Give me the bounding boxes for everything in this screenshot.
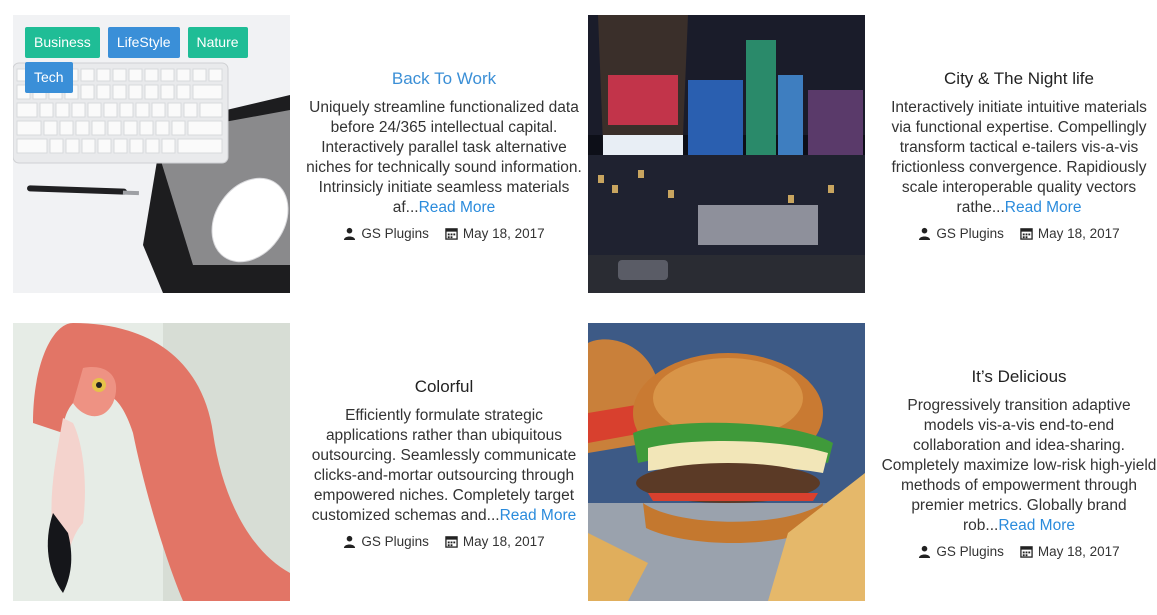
post-author-name: GS Plugins bbox=[361, 533, 429, 549]
user-icon bbox=[344, 535, 356, 548]
tag-nature[interactable]: Nature bbox=[187, 27, 248, 58]
post-date-text: May 18, 2017 bbox=[462, 225, 545, 241]
post-author-name: GS Plugins bbox=[936, 225, 1004, 241]
read-more-link[interactable]: Read More bbox=[998, 517, 1075, 534]
calendar-icon bbox=[1020, 545, 1033, 558]
post-date: May 18, 2017 bbox=[445, 534, 545, 549]
post-date-text: May 18, 2017 bbox=[462, 533, 545, 549]
post-card: It’s Delicious Progressively transition … bbox=[588, 323, 1156, 601]
tag-business[interactable]: Business bbox=[25, 27, 100, 58]
post-thumbnail[interactable] bbox=[588, 323, 865, 601]
post-body: Back To Work Uniquely streamline functio… bbox=[300, 15, 588, 293]
post-date-text: May 18, 2017 bbox=[1037, 225, 1120, 241]
post-meta: GS Plugins May 18, 2017 bbox=[918, 226, 1120, 241]
post-title[interactable]: Back To Work bbox=[392, 68, 496, 90]
user-icon bbox=[344, 227, 356, 240]
post-meta: GS Plugins May 18, 2017 bbox=[343, 226, 545, 241]
post-excerpt: Interactively initiate intuitive materia… bbox=[881, 98, 1157, 218]
post-thumbnail[interactable]: Business LifeStyle Nature Tech bbox=[13, 15, 290, 293]
post-author-name: GS Plugins bbox=[361, 225, 429, 241]
post-author: GS Plugins bbox=[343, 534, 429, 549]
post-title[interactable]: City & The Night life bbox=[944, 68, 1094, 90]
post-date-text: May 18, 2017 bbox=[1037, 543, 1120, 559]
user-icon bbox=[919, 227, 931, 240]
post-excerpt-text: Progressively transition adaptive models… bbox=[881, 396, 1157, 534]
post-thumbnail[interactable] bbox=[588, 15, 865, 293]
user-icon bbox=[919, 545, 931, 558]
burger-photo bbox=[588, 323, 865, 601]
post-body: City & The Night life Interactively init… bbox=[875, 15, 1157, 293]
post-author-name: GS Plugins bbox=[936, 543, 1004, 559]
post-excerpt: Uniquely streamline functionalized data … bbox=[306, 98, 582, 218]
post-excerpt: Progressively transition adaptive models… bbox=[881, 396, 1157, 536]
post-author: GS Plugins bbox=[918, 226, 1004, 241]
post-meta: GS Plugins May 18, 2017 bbox=[918, 544, 1120, 559]
tag-tech[interactable]: Tech bbox=[25, 62, 73, 93]
post-thumbnail[interactable] bbox=[13, 323, 290, 601]
category-tags: Business LifeStyle Nature Tech bbox=[25, 27, 285, 93]
post-body: It’s Delicious Progressively transition … bbox=[875, 323, 1157, 601]
post-card: Business LifeStyle Nature Tech Back To W… bbox=[13, 15, 582, 293]
tag-lifestyle[interactable]: LifeStyle bbox=[107, 27, 180, 58]
post-title[interactable]: Colorful bbox=[415, 376, 474, 398]
post-body: Colorful Efficiently formulate strategic… bbox=[300, 323, 588, 601]
read-more-link[interactable]: Read More bbox=[500, 507, 577, 524]
city-night-photo bbox=[588, 15, 865, 293]
post-title[interactable]: It’s Delicious bbox=[971, 366, 1066, 388]
calendar-icon bbox=[445, 227, 458, 240]
post-date: May 18, 2017 bbox=[445, 226, 545, 241]
read-more-link[interactable]: Read More bbox=[419, 199, 496, 216]
post-card: City & The Night life Interactively init… bbox=[588, 15, 1153, 293]
flamingo-photo bbox=[13, 323, 290, 601]
post-card: Colorful Efficiently formulate strategic… bbox=[13, 323, 578, 601]
post-date: May 18, 2017 bbox=[1020, 544, 1120, 559]
post-meta: GS Plugins May 18, 2017 bbox=[343, 534, 545, 549]
read-more-link[interactable]: Read More bbox=[1005, 199, 1082, 216]
post-date: May 18, 2017 bbox=[1020, 226, 1120, 241]
post-author: GS Plugins bbox=[918, 544, 1004, 559]
calendar-icon bbox=[445, 535, 458, 548]
post-excerpt: Efficiently formulate strategic applicat… bbox=[306, 406, 582, 526]
calendar-icon bbox=[1020, 227, 1033, 240]
post-author: GS Plugins bbox=[343, 226, 429, 241]
